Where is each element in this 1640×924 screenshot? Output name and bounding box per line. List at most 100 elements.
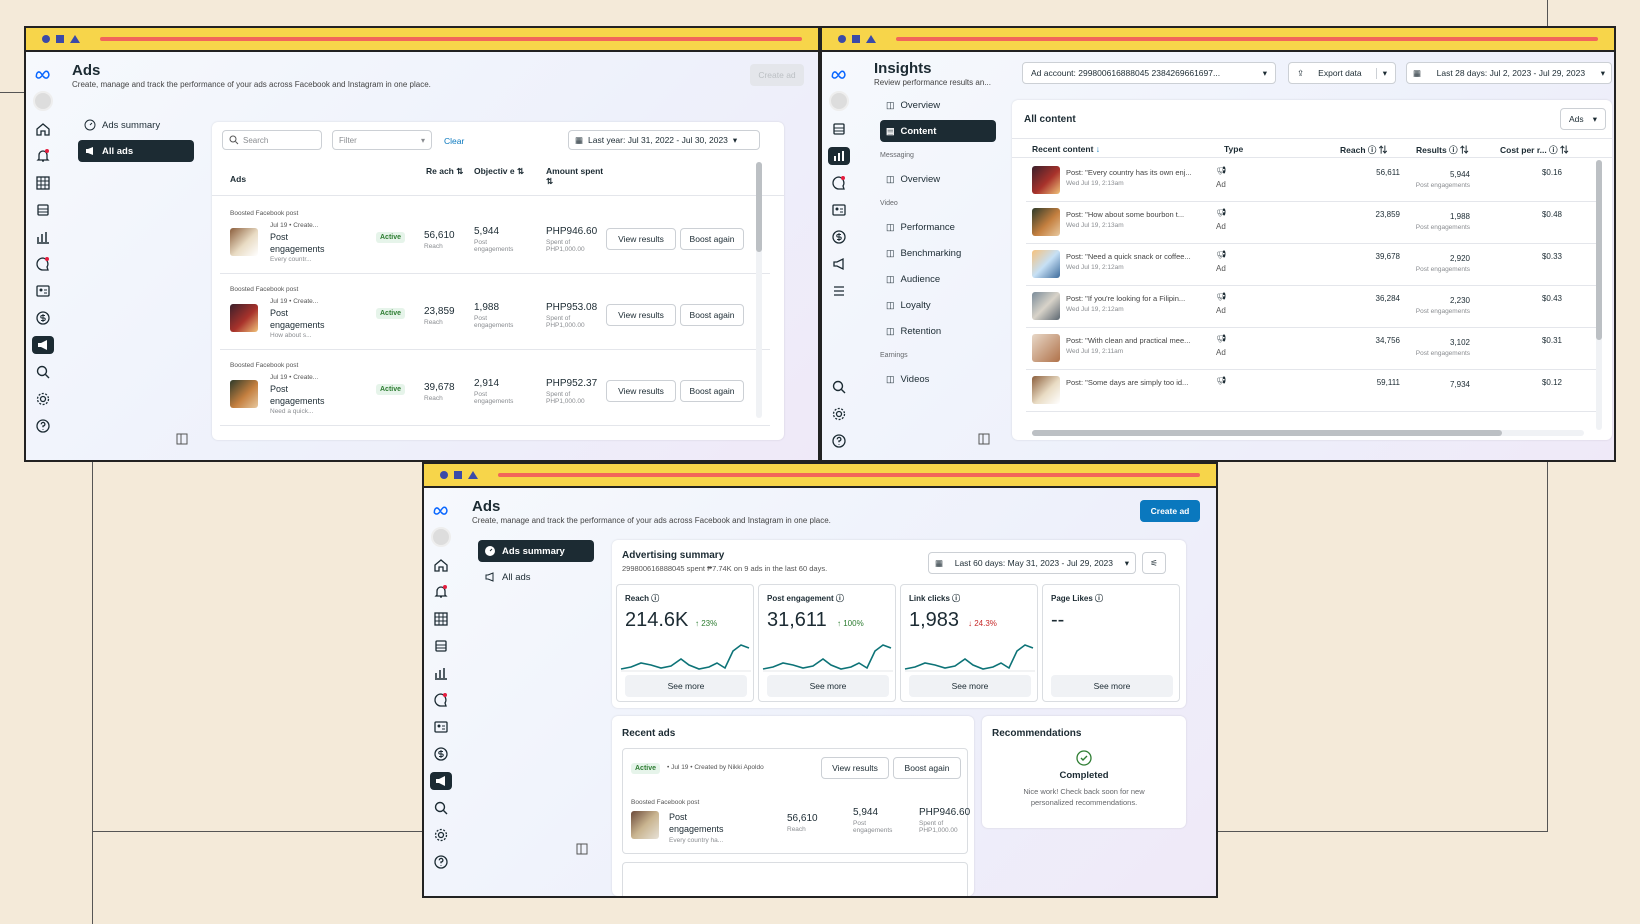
table-header: Ads Re ach ⇅ Objectiv e ⇅ Amount spent ⇅ <box>212 160 784 196</box>
col-reach[interactable]: Re ach ⇅ <box>426 166 466 177</box>
view-results-button[interactable]: View results <box>821 757 889 779</box>
avatar[interactable] <box>829 91 849 111</box>
grid-table-icon[interactable] <box>430 610 452 628</box>
home-icon[interactable] <box>430 556 452 574</box>
vertical-scrollbar[interactable] <box>1596 160 1602 430</box>
see-more-button[interactable]: See more <box>909 675 1031 697</box>
insights-icon[interactable] <box>430 664 452 682</box>
see-more-button[interactable]: See more <box>625 675 747 697</box>
create-ad-button[interactable]: Create ad <box>750 64 804 86</box>
col-reach[interactable]: Reach ⓘ ⇅ <box>1340 144 1387 156</box>
create-ad-button[interactable]: Create ad <box>1140 500 1200 522</box>
sort-icon: ⇅ <box>546 176 554 186</box>
view-results-button[interactable]: View results <box>606 228 676 250</box>
chat-icon[interactable] <box>430 691 452 709</box>
boost-again-button[interactable]: Boost again <box>680 228 744 250</box>
horizontal-scrollbar[interactable] <box>1032 430 1584 436</box>
menu-icon[interactable] <box>828 282 850 300</box>
nav-retention[interactable]: ◫ Retention <box>880 320 996 342</box>
post-title[interactable]: Post: "How about some bourbon t... <box>1066 210 1184 219</box>
date-range-picker[interactable]: ▦ Last 28 days: Jul 2, 2023 - Jul 29, 202… <box>1406 62 1612 84</box>
ads-megaphone-icon[interactable] <box>32 336 54 354</box>
gear-icon[interactable] <box>32 390 54 408</box>
see-more-button[interactable]: See more <box>767 675 889 697</box>
dollar-icon[interactable] <box>32 309 54 327</box>
see-more-button[interactable]: See more <box>1051 675 1173 697</box>
search-icon[interactable] <box>32 363 54 381</box>
date-range-picker[interactable]: ▦ Last 60 days: May 31, 2023 - Jul 29, 20… <box>928 552 1136 574</box>
pages-icon[interactable] <box>430 637 452 655</box>
collapse-panel-icon[interactable] <box>576 842 588 860</box>
dollar-icon[interactable] <box>430 745 452 763</box>
nav-ads-summary[interactable]: Ads summary <box>478 540 594 562</box>
grid-table-icon[interactable] <box>32 174 54 192</box>
clear-link[interactable]: Clear <box>444 136 464 146</box>
view-results-button[interactable]: View results <box>606 380 676 402</box>
col-cost[interactable]: Cost per r... ⓘ ⇅ <box>1500 144 1569 156</box>
nav-loyalty[interactable]: ◫ Loyalty <box>880 294 996 316</box>
ad-account-dropdown[interactable]: Ad account: 299800616888045 238426966169… <box>1022 62 1276 84</box>
boost-again-button[interactable]: Boost again <box>893 757 961 779</box>
avatar[interactable] <box>431 527 451 547</box>
collapse-panel-icon[interactable] <box>978 432 990 450</box>
type-label: Ad <box>1216 264 1226 273</box>
col-objective[interactable]: Objectiv e ⇅ <box>474 166 532 177</box>
ad-tag: Boosted Facebook post <box>631 799 700 806</box>
nav-all-ads[interactable]: All ads <box>478 566 594 588</box>
search-input[interactable]: Search <box>222 130 322 150</box>
nav-benchmarking[interactable]: ◫ Benchmarking <box>880 242 996 264</box>
chat-icon[interactable] <box>828 174 850 192</box>
gear-icon[interactable] <box>828 405 850 423</box>
help-icon[interactable] <box>430 853 452 871</box>
nav-content[interactable]: ▤ Content <box>880 120 996 142</box>
avatar[interactable] <box>33 91 53 111</box>
nav-overview[interactable]: ◫ Overview <box>880 94 996 116</box>
help-icon[interactable] <box>828 432 850 450</box>
home-icon[interactable] <box>32 120 54 138</box>
contact-card-icon[interactable] <box>828 201 850 219</box>
reach-label: Reach <box>424 319 443 326</box>
boost-again-button[interactable]: Boost again <box>680 304 744 326</box>
search-icon[interactable] <box>430 799 452 817</box>
nav-all-ads[interactable]: All ads <box>78 140 194 162</box>
nav-label: Content <box>900 125 937 137</box>
col-amount[interactable]: Amount spent ⇅ <box>546 166 608 187</box>
gear-icon[interactable] <box>430 826 452 844</box>
col-results[interactable]: Results ⓘ ⇅ <box>1416 144 1469 156</box>
ads-filter-dropdown[interactable]: Ads ▾ <box>1560 108 1606 130</box>
filter-settings-button[interactable]: ⚟ <box>1142 552 1166 574</box>
col-recent-content[interactable]: Recent content ↓ <box>1032 144 1100 154</box>
view-results-button[interactable]: View results <box>606 304 676 326</box>
contact-card-icon[interactable] <box>430 718 452 736</box>
post-title[interactable]: Post: "Every country has its own enj... <box>1066 168 1192 177</box>
help-icon[interactable] <box>32 417 54 435</box>
insights-icon[interactable] <box>32 228 54 246</box>
search-icon[interactable] <box>828 378 850 396</box>
post-title[interactable]: Post: "With clean and practical mee... <box>1066 336 1190 345</box>
dollar-icon[interactable] <box>828 228 850 246</box>
bell-icon[interactable] <box>430 583 452 601</box>
nav-ads-summary[interactable]: Ads summary <box>78 114 192 136</box>
nav-videos[interactable]: ◫ Videos <box>880 368 996 390</box>
collapse-panel-icon[interactable] <box>176 432 188 450</box>
pages-icon[interactable] <box>32 201 54 219</box>
export-data-button[interactable]: ⇪ Export data ▾ <box>1288 62 1396 84</box>
nav-overview[interactable]: ◫ Overview <box>880 168 996 190</box>
post-title[interactable]: Post: "If you're looking for a Filipin..… <box>1066 294 1185 303</box>
boost-again-button[interactable]: Boost again <box>680 380 744 402</box>
scrollbar[interactable] <box>756 162 762 418</box>
post-title[interactable]: Post: "Some days are simply too id... <box>1066 378 1188 387</box>
contact-card-icon[interactable] <box>32 282 54 300</box>
megaphone-icon[interactable] <box>828 255 850 273</box>
post-thumbnail <box>1032 376 1060 404</box>
bell-icon[interactable] <box>32 147 54 165</box>
nav-audience[interactable]: ◫ Audience <box>880 268 996 290</box>
nav-performance[interactable]: ◫ Performance <box>880 216 996 238</box>
insights-icon[interactable] <box>828 147 850 165</box>
post-title[interactable]: Post: "Need a quick snack or coffee... <box>1066 252 1191 261</box>
filter-dropdown[interactable]: Filter ▾ <box>332 130 432 150</box>
ads-megaphone-icon[interactable] <box>430 772 452 790</box>
date-range-picker[interactable]: ▦ Last year: Jul 31, 2022 - Jul 30, 2023 ▾ <box>568 130 760 150</box>
chat-icon[interactable] <box>32 255 54 273</box>
pages-icon[interactable] <box>828 120 850 138</box>
